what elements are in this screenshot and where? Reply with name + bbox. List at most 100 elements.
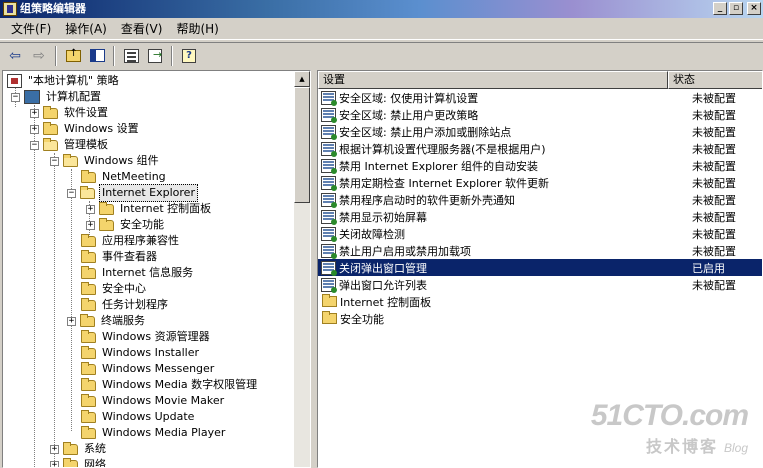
menu-action[interactable]: 操作(A) [58,19,114,39]
tree-item-system[interactable]: + 系统 [50,441,108,457]
tree-item-windows-media-player[interactable]: Windows Media Player [81,425,227,441]
tree-label: Windows Installer [102,346,200,359]
tree-item-root[interactable]: "本地计算机" 策略 [7,73,121,89]
tree-item-netmeeting[interactable]: NetMeeting [81,169,168,185]
tree-label: Windows Media 数字权限管理 [102,378,258,391]
policy-state: 未被配置 [692,159,736,173]
tree-item-terminal-services[interactable]: + 终端服务 [67,313,147,329]
back-button[interactable]: ⇦ [4,45,26,67]
tree-item-network[interactable]: + 网络 [50,457,108,467]
menu-view[interactable]: 查看(V) [114,19,170,39]
expand-expander[interactable]: + [86,220,95,230]
tree-item-windows-movie-maker[interactable]: Windows Movie Maker [81,393,226,409]
up-level-button[interactable] [62,45,84,67]
policy-row[interactable]: 禁用程序启动时的软件更新外壳通知 未被配置 [318,191,762,208]
column-header-setting[interactable]: 设置 [318,71,668,89]
policy-row[interactable]: 关闭弹出窗口管理 已启用 [318,259,762,276]
policy-row[interactable]: 禁用显示初始屏幕 未被配置 [318,208,762,225]
properties-icon [123,48,139,63]
settings-list[interactable]: 设置 状态 安全区域: 仅使用计算机设置 未被配置 安全区域: 禁止用户更改策略 未被… [317,70,763,468]
export-list-button[interactable] [144,45,166,67]
tree-scrollbar[interactable]: ▲ [294,71,310,467]
policy-row[interactable]: 禁用 Internet Explorer 组件的自动安装 未被配置 [318,157,762,174]
policy-setting-icon [321,107,337,123]
tree-label: 任务计划程序 [102,298,168,311]
collapse-expander[interactable]: − [30,140,39,150]
expand-expander[interactable]: + [86,204,95,214]
tree-item-computer-config[interactable]: − 计算机配置 [11,89,103,105]
policy-row[interactable]: 根据计算机设置代理服务器(不是根据用户) 未被配置 [318,140,762,157]
minimize-button[interactable]: _ [713,2,727,15]
collapse-expander[interactable]: − [11,92,20,102]
policy-setting-icon [321,124,337,140]
policy-row[interactable]: 安全区域: 禁止用户添加或删除站点 未被配置 [318,123,762,140]
expand-expander[interactable]: + [67,316,76,326]
window-controls: _ ▫ × [713,2,761,15]
console-tree[interactable]: "本地计算机" 策略 − 计算机配置 + 软件设置 + Windows 设置 −… [2,70,311,468]
scroll-up-button[interactable]: ▲ [294,71,310,87]
tree-item-windows-explorer[interactable]: Windows 资源管理器 [81,329,212,345]
expand-expander[interactable]: + [50,460,59,467]
policy-row[interactable]: 禁止用户启用或禁用加载项 未被配置 [318,242,762,259]
tree-item-software-settings[interactable]: + 软件设置 [30,105,110,121]
tree-label: 终端服务 [101,314,145,327]
column-header-state[interactable]: 状态 [668,71,762,89]
policy-setting-icon [321,90,337,106]
folder-icon [322,294,337,307]
collapse-expander[interactable]: − [67,188,76,198]
scroll-thumb[interactable] [294,87,310,203]
policy-state: 未被配置 [692,108,736,122]
tree-item-windows-components[interactable]: − Windows 组件 [50,153,161,169]
tree-item-windows-installer[interactable]: Windows Installer [81,345,201,361]
tree-item-app-compat[interactable]: 应用程序兼容性 [81,233,181,249]
policy-state: 未被配置 [692,193,736,207]
show-tree-button[interactable] [86,45,108,67]
policy-state: 未被配置 [692,91,736,105]
restore-button[interactable]: ▫ [729,2,743,15]
menu-file[interactable]: 文件(F) [4,19,58,39]
folder-row[interactable]: 安全功能 [318,310,762,327]
policy-name: 关闭弹出窗口管理 [339,261,427,275]
tree-item-windows-update[interactable]: Windows Update [81,409,196,425]
tree-item-windows-media-drm[interactable]: Windows Media 数字权限管理 [81,377,259,393]
tree-item-windows-messenger[interactable]: Windows Messenger [81,361,216,377]
policy-state: 未被配置 [692,244,736,258]
properties-button[interactable] [120,45,142,67]
policy-setting-icon [321,175,337,191]
folder-row[interactable]: Internet 控制面板 [318,293,762,310]
tree-label: 应用程序兼容性 [102,234,179,247]
tree-item-ie-control-panel[interactable]: + Internet 控制面板 [86,201,213,217]
close-button[interactable]: × [747,2,761,15]
policy-row[interactable]: 安全区域: 禁止用户更改策略 未被配置 [318,106,762,123]
tree-item-security-features[interactable]: + 安全功能 [86,217,166,233]
tree-item-event-viewer[interactable]: 事件查看器 [81,249,159,265]
title-bar: 组策略编辑器 _ ▫ × [0,0,763,18]
policy-row[interactable]: 关闭故障检测 未被配置 [318,225,762,242]
policy-setting-icon [321,277,337,293]
toolbar: ⇦ ⇨ ? [0,42,763,68]
expand-expander[interactable]: + [30,124,39,134]
collapse-expander[interactable]: − [50,156,59,166]
tree-label: Windows Media Player [102,426,226,439]
tree-item-internet-explorer[interactable]: − Internet Explorer [67,184,198,202]
tree-item-windows-settings[interactable]: + Windows 设置 [30,121,141,137]
folder-open-icon [80,185,95,199]
tree-item-iis[interactable]: Internet 信息服务 [81,265,195,281]
policy-setting-icon [321,260,337,276]
policy-row[interactable]: 禁用定期检查 Internet Explorer 软件更新 未被配置 [318,174,762,191]
help-button[interactable]: ? [178,45,200,67]
policy-row[interactable]: 弹出窗口允许列表 未被配置 [318,276,762,293]
tree-item-admin-templates[interactable]: − 管理模板 [30,137,110,153]
expand-expander[interactable]: + [30,108,39,118]
policy-row[interactable]: 安全区域: 仅使用计算机设置 未被配置 [318,89,762,106]
expand-expander[interactable]: + [50,444,59,454]
folder-icon [63,441,78,455]
policy-name: 根据计算机设置代理服务器(不是根据用户) [339,142,546,156]
tree-connector [71,169,72,431]
tree-item-security-center[interactable]: 安全中心 [81,281,148,297]
menu-help[interactable]: 帮助(H) [169,19,225,39]
tree-connector [54,153,55,463]
tree-item-task-scheduler[interactable]: 任务计划程序 [81,297,170,313]
forward-button[interactable]: ⇨ [28,45,50,67]
list-header: 设置 状态 [318,71,762,89]
